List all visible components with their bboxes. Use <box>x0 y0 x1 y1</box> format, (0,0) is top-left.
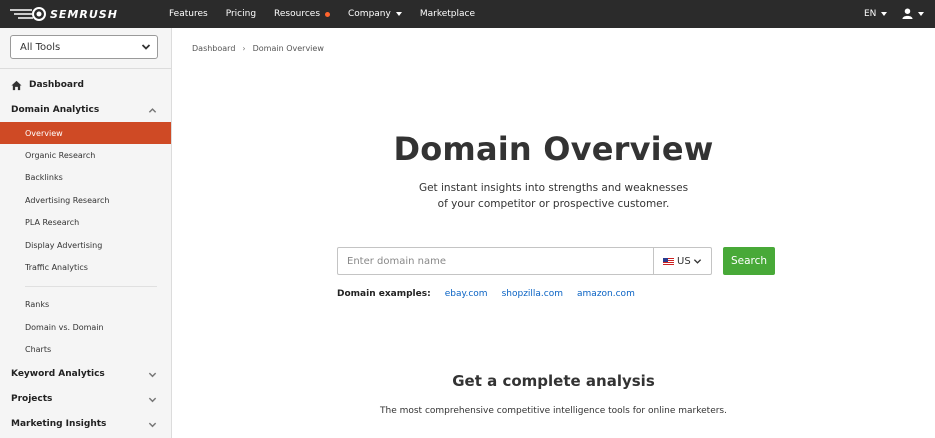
chevron-down-icon <box>148 372 157 377</box>
breadcrumb: Dashboard › Domain Overview <box>192 44 324 53</box>
breadcrumb-current: Domain Overview <box>252 44 324 53</box>
sidebar-item-dashboard-label: Dashboard <box>29 80 84 90</box>
language-selector[interactable]: EN <box>864 9 888 19</box>
example-link-ebay[interactable]: ebay.com <box>445 289 488 299</box>
section-title: Get a complete analysis <box>452 372 655 390</box>
sidebar-group-separator <box>25 286 157 287</box>
domain-examples: Domain examples: ebay.com shopzilla.com … <box>337 289 649 299</box>
sidebar-item-label: Advertising Research <box>25 195 110 205</box>
new-indicator-dot <box>325 11 331 17</box>
sidebar-section-keyword-analytics[interactable]: Keyword Analytics <box>0 367 171 381</box>
sidebar-section-label: Keyword Analytics <box>11 369 105 379</box>
sidebar-item-dashboard[interactable]: Dashboard <box>0 78 171 92</box>
sidebar-item-label: Domain vs. Domain <box>25 322 104 332</box>
chevron-down-icon <box>148 397 157 402</box>
nav-pricing[interactable]: Pricing <box>226 9 256 19</box>
domain-input[interactable] <box>338 248 653 274</box>
nav-resources[interactable]: Resources <box>274 9 331 19</box>
sidebar-item-advertising-research[interactable]: Advertising Research <box>0 194 171 206</box>
example-link-amazon[interactable]: amazon.com <box>577 289 635 299</box>
nav-company-label: Company <box>348 9 391 19</box>
page-subtitle: Get instant insights into strengths and … <box>172 180 935 212</box>
page-title: Domain Overview <box>393 130 714 168</box>
sidebar-section-marketing-insights[interactable]: Marketing Insights <box>0 417 171 431</box>
nav-pricing-label: Pricing <box>225 9 257 19</box>
subtitle-line-2: of your competitor or prospective custom… <box>437 198 670 210</box>
semrush-fireball-icon <box>10 7 46 21</box>
sidebar-section-label: Marketing Insights <box>11 419 107 429</box>
sidebar: All Tools Dashboard Domain Analytics Ove… <box>0 28 172 438</box>
example-link-shopzilla[interactable]: shopzilla.com <box>502 289 563 299</box>
examples-label: Domain examples: <box>337 289 431 299</box>
all-tools-select-label: All Tools <box>20 41 61 53</box>
domain-search-box: US <box>337 247 712 275</box>
sidebar-item-overview[interactable]: Overview <box>0 122 171 144</box>
sidebar-item-organic-research[interactable]: Organic Research <box>0 149 171 161</box>
us-flag-icon <box>663 257 674 265</box>
breadcrumb-dashboard-link[interactable]: Dashboard <box>192 44 235 53</box>
sidebar-item-charts[interactable]: Charts <box>0 343 171 355</box>
sidebar-section-projects[interactable]: Projects <box>0 392 171 406</box>
section-subtitle: The most comprehensive competitive intel… <box>380 406 727 416</box>
caret-down-icon <box>881 12 888 16</box>
country-label: US <box>677 255 691 267</box>
sidebar-item-domain-vs-domain[interactable]: Domain vs. Domain <box>0 321 171 333</box>
sidebar-divider <box>0 68 171 69</box>
logo-text: SEMRUSH <box>50 7 118 21</box>
home-icon <box>11 80 22 90</box>
nav-marketplace-label: Marketplace <box>419 9 475 19</box>
sidebar-item-label: Overview <box>25 128 63 138</box>
all-tools-select[interactable]: All Tools <box>10 35 158 59</box>
nav-company[interactable]: Company <box>348 9 402 19</box>
nav-resources-label: Resources <box>274 9 321 19</box>
nav-features[interactable]: Features <box>169 9 208 19</box>
sidebar-section-label: Projects <box>11 394 53 404</box>
main-nav: Features Pricing Resources Company Marke… <box>169 0 493 28</box>
sidebar-item-label: Charts <box>25 344 52 354</box>
sidebar-section-domain-analytics[interactable]: Domain Analytics <box>0 103 171 117</box>
country-select[interactable]: US <box>653 248 712 274</box>
nav-marketplace[interactable]: Marketplace <box>420 9 475 19</box>
nav-features-label: Features <box>169 9 208 19</box>
chevron-down-icon <box>148 422 157 427</box>
sidebar-item-display-advertising[interactable]: Display Advertising <box>0 239 171 251</box>
sidebar-item-label: Ranks <box>25 299 50 309</box>
breadcrumb-chevron-icon: › <box>242 44 246 53</box>
chevron-down-icon <box>141 44 151 50</box>
sidebar-item-ranks[interactable]: Ranks <box>0 298 171 310</box>
sidebar-item-traffic-analytics[interactable]: Traffic Analytics <box>0 261 171 273</box>
sidebar-item-label: PLA Research <box>25 217 80 227</box>
caret-down-icon <box>918 11 924 16</box>
chevron-down-icon <box>693 258 701 264</box>
chevron-up-icon <box>148 107 157 113</box>
user-menu[interactable] <box>902 8 924 19</box>
sidebar-item-label: Backlinks <box>25 172 63 182</box>
sidebar-item-pla-research[interactable]: PLA Research <box>0 216 171 228</box>
sidebar-item-label: Display Advertising <box>25 240 103 250</box>
semrush-logo[interactable]: SEMRUSH <box>8 6 118 22</box>
sidebar-item-label: Traffic Analytics <box>25 262 88 272</box>
sidebar-item-backlinks[interactable]: Backlinks <box>0 171 171 183</box>
language-label: EN <box>864 9 877 19</box>
user-icon <box>902 8 913 19</box>
sidebar-section-label: Domain Analytics <box>11 105 100 115</box>
sidebar-item-label: Organic Research <box>25 150 96 160</box>
search-button[interactable]: Search <box>723 247 775 275</box>
top-navigation-bar: SEMRUSH Features Pricing Resources Compa… <box>0 0 935 28</box>
caret-down-icon <box>395 12 402 16</box>
subtitle-line-1: Get instant insights into strengths and … <box>418 182 689 194</box>
